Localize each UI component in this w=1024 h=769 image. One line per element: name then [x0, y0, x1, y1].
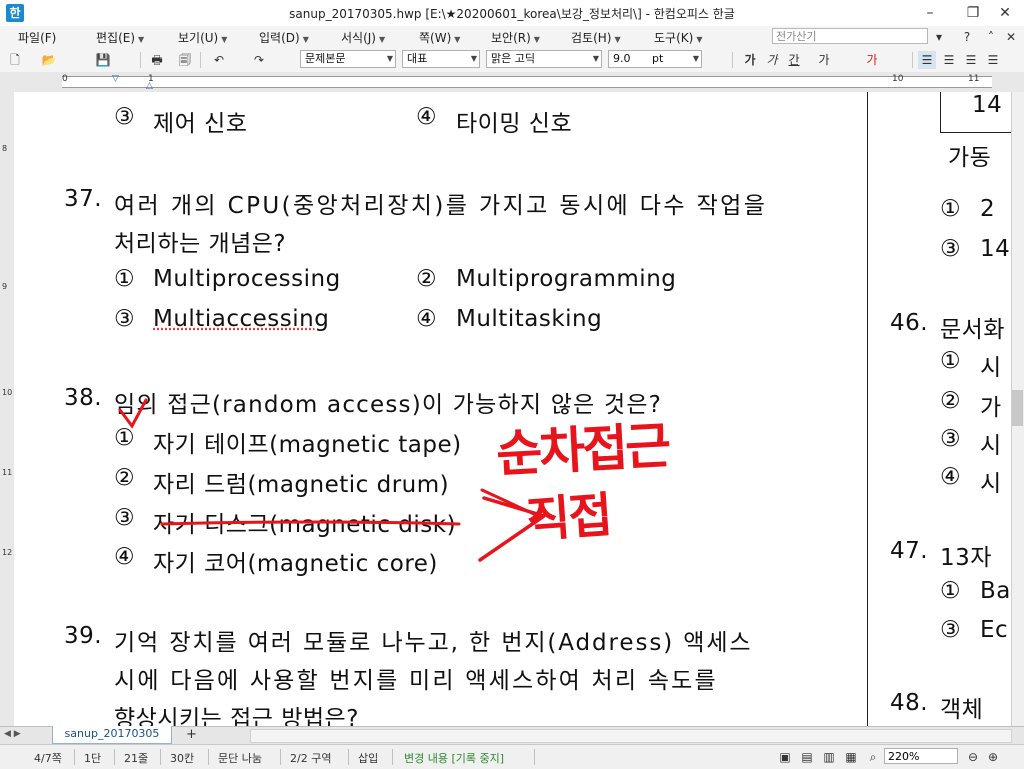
handwritten-note: 직접	[524, 487, 613, 549]
bold-button[interactable]: 가	[740, 51, 760, 69]
status-bar: 4/7쪽 1단 21줄 30칸 문단 나눔 2/2 구역 삽입 변경 내용 [기…	[0, 744, 1024, 769]
handwritten-note: 순차접근	[494, 416, 670, 484]
menu-file[interactable]: 파일(F)	[18, 29, 56, 46]
status-page[interactable]: 4/7쪽	[34, 750, 62, 766]
view-fit-icon[interactable]: ▦	[842, 748, 860, 766]
status-area: 2/2 구역	[290, 752, 332, 765]
print-icon[interactable]: 🖶	[148, 51, 166, 69]
help-icon[interactable]: ?	[958, 28, 976, 46]
font-combo[interactable]: 맑은 고딕 ▼	[486, 50, 602, 68]
dropdown-icon[interactable]: ▾	[930, 28, 948, 46]
zoom-search-icon[interactable]: ⌕	[864, 748, 882, 766]
zoom-out-icon[interactable]: ⊖	[964, 748, 982, 766]
zoom-combo[interactable]: 220%	[884, 748, 958, 764]
align-center-icon[interactable]: ☰	[962, 51, 980, 69]
menu-edit[interactable]: 편집(E) ▼	[96, 29, 144, 46]
language-combo[interactable]: 대표 ▼	[402, 50, 480, 68]
menu-tools[interactable]: 도구(K) ▼	[654, 29, 702, 46]
align-right-icon[interactable]: ☰	[984, 51, 1002, 69]
zoom-in-icon[interactable]: ⊕	[984, 748, 1002, 766]
open-folder-icon[interactable]: 📂	[40, 51, 58, 69]
ruler-number: 11	[2, 468, 13, 477]
menu-security[interactable]: 보안(R) ▼	[491, 29, 540, 46]
close-icon[interactable]: ✕	[990, 2, 1020, 24]
tab-document[interactable]: sanup_20170305	[52, 726, 172, 744]
horizontal-scrollbar[interactable]	[250, 729, 1012, 743]
menu-view[interactable]: 보기(U) ▼	[178, 29, 227, 46]
preview-icon[interactable]: 🗐	[176, 51, 194, 69]
add-tab-button[interactable]: +	[186, 727, 197, 742]
vertical-ruler[interactable]: 8 9 10 11 12	[0, 92, 15, 726]
underline-stroke	[160, 520, 461, 526]
title-bar: 한 sanup_20170305.hwp [E:\★20200601_korea…	[0, 0, 1024, 27]
strikethrough-button[interactable]: 가	[814, 51, 834, 69]
restore-icon[interactable]: ❐	[958, 2, 988, 24]
ruler-number: 11	[968, 74, 980, 84]
status-insert[interactable]: 삽입	[358, 750, 378, 766]
menu-bar: 파일(F) 편집(E) ▼ 보기(U) ▼ 입력(D) ▼ 서식(J) ▼ 쪽(W) ▼ …	[0, 26, 1024, 49]
menu-insert[interactable]: 입력(D) ▼	[259, 29, 309, 46]
horizontal-ruler[interactable]: 0 1 10 11 ▽ △	[0, 72, 1024, 93]
tab-prev-icon[interactable]: ◀ ▶	[4, 729, 21, 739]
minimize-icon[interactable]: –	[915, 2, 945, 24]
menu-page[interactable]: 쪽(W) ▼	[419, 29, 460, 46]
command-search-input[interactable]: 전가산기	[772, 28, 928, 44]
align-justify-icon[interactable]: ☰	[918, 51, 936, 69]
window-title: sanup_20170305.hwp [E:\★20200601_korea\보…	[289, 7, 735, 21]
ruler-number: 10	[892, 74, 904, 84]
font-size-combo[interactable]: 9.0 pt ▼	[608, 50, 702, 68]
italic-button[interactable]: 가	[762, 51, 782, 69]
menu-review[interactable]: 검토(H) ▼	[571, 29, 621, 46]
new-doc-icon[interactable]: 🗋	[6, 51, 24, 69]
pen-annotations	[118, 398, 546, 562]
status-section: 1단	[84, 752, 102, 765]
view-page-icon[interactable]: ▤	[798, 748, 816, 766]
indent-marker-icon[interactable]: ▽	[112, 74, 119, 84]
ruler-number: 12	[2, 548, 13, 557]
status-column: 30칸	[170, 752, 195, 765]
font-color-button[interactable]: 가	[862, 51, 882, 69]
document-editor[interactable]: ③ 제어 신호 ④ 타이밍 신호 37. 여러 개의 CPU(중앙처리장치)를 …	[14, 92, 1011, 726]
ruler-number: 10	[2, 388, 13, 397]
status-split: 문단 나눔	[218, 752, 262, 765]
redo-icon[interactable]: ↷	[250, 51, 268, 69]
align-left-icon[interactable]: ☰	[940, 51, 958, 69]
margin-marker-icon[interactable]: △	[146, 81, 153, 91]
status-line: 21줄	[124, 752, 149, 765]
ruler-number: 8	[2, 144, 8, 153]
status-track-changes[interactable]: 변경 내용 [기록 중지]	[404, 750, 504, 766]
ruler-number: 0	[62, 74, 68, 84]
close-doc-icon[interactable]: ✕	[1002, 28, 1020, 46]
save-icon[interactable]: 💾	[94, 51, 112, 69]
view-normal-icon[interactable]: ▣	[776, 748, 794, 766]
ribbon-toggle-icon[interactable]: ˄	[982, 28, 1000, 46]
view-two-page-icon[interactable]: ▥	[820, 748, 838, 766]
toolbar: 🗋 📂 💾 🖶 🗐 ↶ ↷ 문제본문 ▼ 대표 ▼ 맑은 고딕 ▼ 9.0 pt ▼ 가…	[0, 48, 1024, 73]
ruler-number: 9	[2, 282, 8, 291]
style-combo[interactable]: 문제본문 ▼	[300, 50, 396, 68]
scroll-thumb[interactable]	[1012, 390, 1023, 426]
undo-icon[interactable]: ↶	[210, 51, 228, 69]
check-mark-icon	[118, 398, 148, 429]
underline-button[interactable]: 간	[784, 51, 804, 69]
menu-format[interactable]: 서식(J) ▼	[341, 29, 385, 46]
